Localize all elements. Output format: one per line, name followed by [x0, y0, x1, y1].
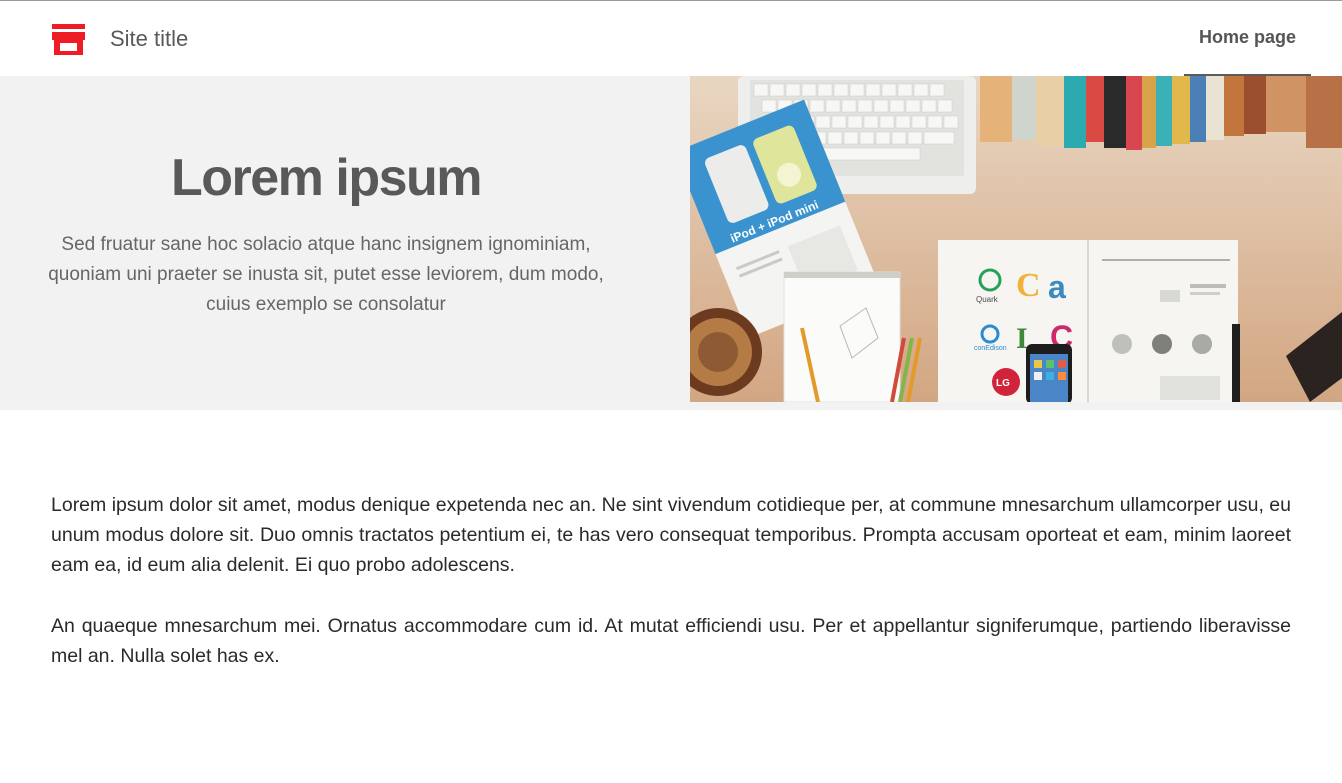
hero-text-block: Lorem ipsum Sed fruatur sane hoc solacio…	[30, 76, 622, 410]
svg-text:C: C	[1016, 267, 1041, 304]
svg-text:a: a	[1048, 269, 1066, 305]
site-title[interactable]: Site title	[110, 25, 188, 53]
desk-illustration: iPod + iPod mini Quark C a conEdison I C…	[690, 76, 1342, 402]
main-content: Lorem ipsum dolor sit amet, modus deniqu…	[51, 490, 1291, 702]
hero-image-desk: iPod + iPod mini Quark C a conEdison I C…	[690, 76, 1342, 402]
smartphone	[1026, 344, 1072, 402]
open-logo-book: Quark C a conEdison I C LG	[938, 240, 1238, 402]
logo-conedison: conEdison	[974, 345, 1007, 352]
nav-home-page[interactable]: Home page	[1184, 1, 1311, 77]
content-paragraph-2: An quaeque mnesarchum mei. Ornatus accom…	[51, 615, 1291, 667]
notepad	[783, 271, 901, 402]
pen	[1232, 324, 1240, 402]
logo-quark: Quark	[976, 295, 999, 304]
content-paragraph-1: Lorem ipsum dolor sit amet, modus deniqu…	[51, 494, 1291, 576]
hero-banner: Lorem ipsum Sed fruatur sane hoc solacio…	[0, 76, 1342, 410]
store-icon[interactable]	[52, 24, 85, 55]
svg-text:I: I	[1016, 322, 1028, 355]
logo-lg: LG	[996, 378, 1010, 389]
hero-heading: Lorem ipsum	[171, 149, 483, 207]
site-header: Site title Home page	[0, 0, 1342, 77]
nav-home-page-label: Home page	[1198, 27, 1297, 47]
hero-subtitle: Sed fruatur sane hoc solacio atque hanc …	[48, 234, 604, 315]
